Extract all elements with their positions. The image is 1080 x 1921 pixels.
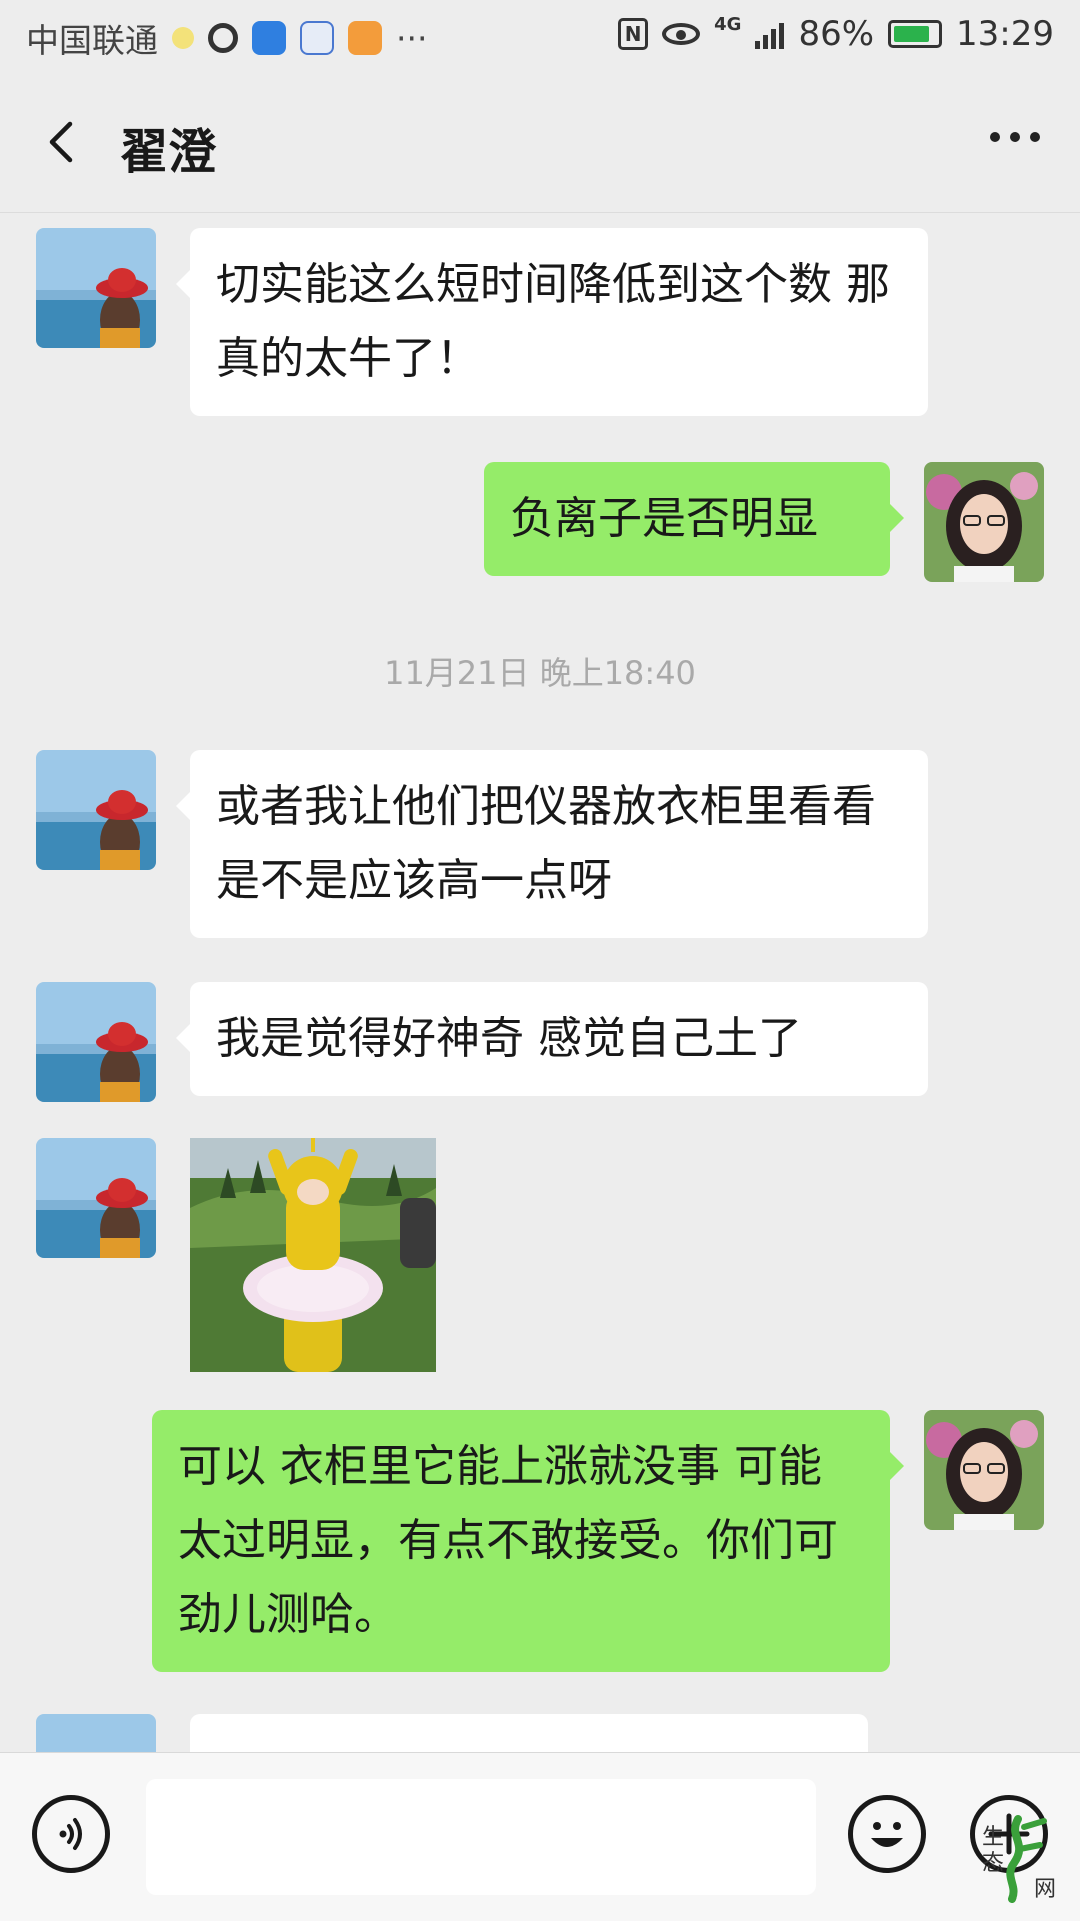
contact-avatar[interactable] <box>36 228 156 348</box>
back-arrow-icon[interactable] <box>40 118 88 166</box>
eye-icon <box>662 23 701 45</box>
chat-header: 翟澄 <box>0 76 1080 213</box>
more-dots-icon[interactable] <box>990 132 1040 142</box>
site-watermark: 生 态 网 <box>978 1813 1062 1903</box>
message-text: 切实能这么短时间降低到这个数 那真的太牛了！ <box>216 259 890 384</box>
message-bubble-outgoing[interactable]: 可以 衣柜里它能上涨就没事 可能太过明显，有点不敢接受。你们可劲儿测哈。 <box>152 1410 904 1672</box>
input-bar: 生 态 网 <box>0 1752 1080 1921</box>
message-text: 我是觉得好神奇 感觉自己土了 <box>216 1013 802 1064</box>
watermark-char: 网 <box>1034 1877 1057 1902</box>
my-avatar[interactable] <box>924 1410 1044 1530</box>
signal-icon <box>755 19 785 49</box>
message-text: 可以 衣柜里它能上涨就没事 可能太过明显，有点不敢接受。你们可劲儿测哈。 <box>178 1441 838 1640</box>
contact-avatar[interactable] <box>36 982 156 1102</box>
q-app-icon <box>208 23 238 53</box>
emoji-icon[interactable] <box>848 1795 926 1873</box>
message-text: 负离子是否明显 <box>510 493 818 544</box>
sticker-image[interactable] <box>190 1138 436 1372</box>
message-bubble-incoming[interactable]: 切实能这么短时间降低到这个数 那真的太牛了！ <box>176 228 928 416</box>
status-bar-right: N 4G 86% 13:29 <box>618 14 1054 54</box>
network-type: 4G <box>714 14 742 35</box>
status-bar: 中国联通 ··· N 4G 86% 13:29 <box>0 0 1080 76</box>
clock: 13:29 <box>956 14 1054 54</box>
message-bubble-incoming[interactable] <box>190 1714 868 1752</box>
voice-icon[interactable] <box>32 1795 110 1873</box>
chat-title: 翟澄 <box>120 124 217 180</box>
contact-avatar[interactable] <box>36 1138 156 1258</box>
car-app-icon <box>252 21 286 55</box>
baidu-paw-icon <box>300 21 334 55</box>
message-input[interactable] <box>146 1779 816 1895</box>
nfc-icon: N <box>618 18 649 50</box>
my-avatar[interactable] <box>924 462 1044 582</box>
watermark-char: 态 <box>982 1851 1005 1876</box>
carrier-name: 中国联通 <box>26 21 158 60</box>
message-list[interactable]: 切实能这么短时间降低到这个数 那真的太牛了！ 负离子是否明显 11月21日 晚上… <box>0 212 1080 1752</box>
message-bubble-incoming[interactable]: 我是觉得好神奇 感觉自己土了 <box>176 982 928 1096</box>
message-timestamp: 11月21日 晚上18:40 <box>384 654 696 692</box>
battery-icon <box>888 20 943 48</box>
more-notifications-indicator: ··· <box>396 18 428 58</box>
battery-percent: 86% <box>798 14 875 54</box>
message-text: 或者我让他们把仪器放衣柜里看看 是不是应该高一点呀 <box>216 781 876 906</box>
contact-avatar[interactable] <box>36 750 156 870</box>
message-bubble-incoming[interactable]: 或者我让他们把仪器放衣柜里看看 是不是应该高一点呀 <box>176 750 928 938</box>
message-bubble-outgoing[interactable]: 负离子是否明显 <box>484 462 904 576</box>
notification-dot-icon <box>172 27 194 49</box>
status-bar-left: 中国联通 ··· <box>26 14 427 62</box>
contact-avatar[interactable] <box>36 1714 156 1752</box>
uc-app-icon <box>348 21 382 55</box>
